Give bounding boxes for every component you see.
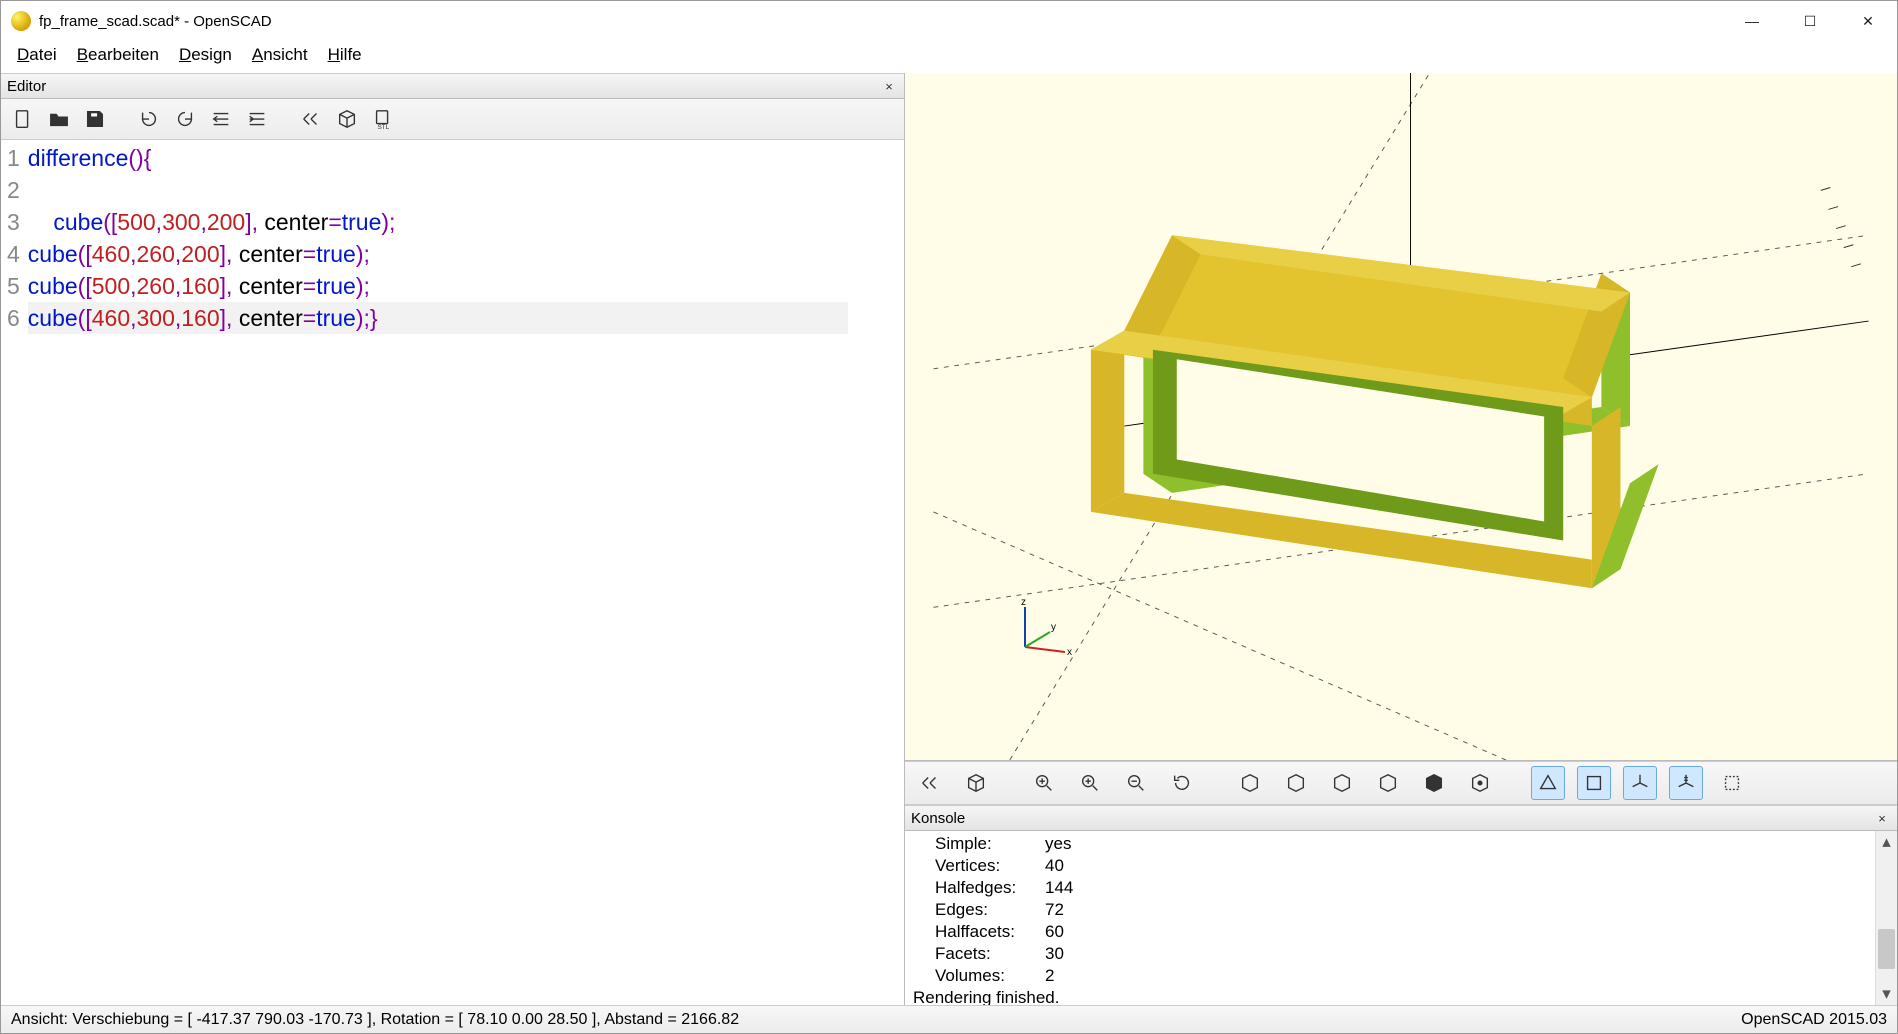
perspective-icon[interactable] [1531, 766, 1565, 800]
console-pane-title: Konsole × [905, 805, 1897, 831]
view-diag-icon[interactable] [1417, 766, 1451, 800]
console-row: Facets:30 [935, 943, 1889, 965]
zoom-in-icon[interactable] [1073, 766, 1107, 800]
close-button[interactable]: ✕ [1839, 2, 1897, 40]
view-toolbar [905, 761, 1897, 805]
menu-hilfe[interactable]: Hilfe [328, 45, 362, 65]
orthogonal-icon[interactable] [1577, 766, 1611, 800]
save-file-icon[interactable] [81, 105, 109, 133]
code-area[interactable]: difference(){ cube([500,300,200], center… [26, 140, 848, 1005]
statusbar-view: Ansicht: Verschiebung = [ -417.37 790.03… [11, 1011, 739, 1029]
editor-toolbar: STL [1, 99, 904, 140]
undo-icon[interactable] [135, 105, 163, 133]
window-controls: — ☐ ✕ [1723, 2, 1897, 40]
console-final-line: Rendering finished. [913, 987, 1889, 1005]
statusbar: Ansicht: Verschiebung = [ -417.37 790.03… [1, 1005, 1897, 1033]
right-pane: z x y Konsole × Simple:yesVertices:40Hal… [905, 73, 1897, 1005]
zoom-out-icon[interactable] [1119, 766, 1153, 800]
menu-ansicht[interactable]: Ansicht [252, 45, 308, 65]
console-pane-close-icon[interactable]: × [1873, 809, 1891, 827]
statusbar-version: OpenSCAD 2015.03 [1741, 1011, 1887, 1029]
console-row: Edges:72 [935, 899, 1889, 921]
window-title: fp_frame_scad.scad* - OpenSCAD [39, 13, 272, 30]
render-icon[interactable] [333, 105, 361, 133]
editor-pane-label: Editor [7, 78, 46, 95]
svg-text:STL: STL [378, 124, 390, 130]
preview-fast-icon[interactable] [913, 766, 947, 800]
rotate-reset-icon[interactable] [1165, 766, 1199, 800]
open-file-icon[interactable] [45, 105, 73, 133]
svg-text:z: z [1021, 597, 1026, 608]
console-row: Vertices:40 [935, 855, 1889, 877]
axis-gizmo: z x y [1015, 597, 1075, 660]
indent-icon[interactable] [243, 105, 271, 133]
menubar: Datei Bearbeiten Design Ansicht Hilfe [1, 41, 1897, 73]
scroll-up-icon[interactable]: ▴ [1876, 831, 1897, 853]
view-right-icon[interactable] [1233, 766, 1267, 800]
view-top-icon[interactable] [1279, 766, 1313, 800]
app-icon [11, 11, 31, 31]
titlebar: fp_frame_scad.scad* - OpenSCAD — ☐ ✕ [1, 1, 1897, 41]
zoom-fit-icon[interactable] [1027, 766, 1061, 800]
menu-datei[interactable]: Datei [17, 45, 57, 65]
view-bottom-icon[interactable] [1325, 766, 1359, 800]
maximize-button[interactable]: ☐ [1781, 2, 1839, 40]
editor-pane: Editor × STL 123456 difference(){ cube([… [1, 73, 905, 1005]
scroll-thumb[interactable] [1878, 929, 1895, 969]
line-gutter: 123456 [1, 140, 26, 1005]
console-row: Simple:yes [935, 833, 1889, 855]
console-pane: Konsole × Simple:yesVertices:40Halfedges… [905, 805, 1897, 1005]
show-axes-icon[interactable] [1623, 766, 1657, 800]
export-stl-icon[interactable]: STL [369, 105, 397, 133]
show-crosshair-icon[interactable] [1715, 766, 1749, 800]
menu-bearbeiten[interactable]: Bearbeiten [77, 45, 159, 65]
new-file-icon[interactable] [9, 105, 37, 133]
console-output[interactable]: Simple:yesVertices:40Halfedges:144Edges:… [905, 831, 1897, 1005]
console-row: Halffacets:60 [935, 921, 1889, 943]
svg-text:y: y [1051, 622, 1056, 633]
scroll-down-icon[interactable]: ▾ [1876, 983, 1897, 1005]
editor-pane-close-icon[interactable]: × [880, 77, 898, 95]
3d-viewport[interactable]: z x y [905, 73, 1897, 761]
code-editor[interactable]: 123456 difference(){ cube([500,300,200],… [1, 140, 904, 1005]
view-left-icon[interactable] [1371, 766, 1405, 800]
console-row: Volumes:2 [935, 965, 1889, 987]
unindent-icon[interactable] [207, 105, 235, 133]
minimize-button[interactable]: — [1723, 2, 1781, 40]
console-row: Halfedges:144 [935, 877, 1889, 899]
console-pane-label: Konsole [911, 810, 965, 827]
menu-design[interactable]: Design [179, 45, 232, 65]
console-scrollbar[interactable]: ▴ ▾ [1875, 831, 1897, 1005]
render-cube-icon[interactable] [959, 766, 993, 800]
show-scale-icon[interactable] [1669, 766, 1703, 800]
svg-text:x: x [1067, 647, 1072, 658]
preview-icon[interactable] [297, 105, 325, 133]
redo-icon[interactable] [171, 105, 199, 133]
editor-pane-title: Editor × [1, 73, 904, 99]
view-center-icon[interactable] [1463, 766, 1497, 800]
